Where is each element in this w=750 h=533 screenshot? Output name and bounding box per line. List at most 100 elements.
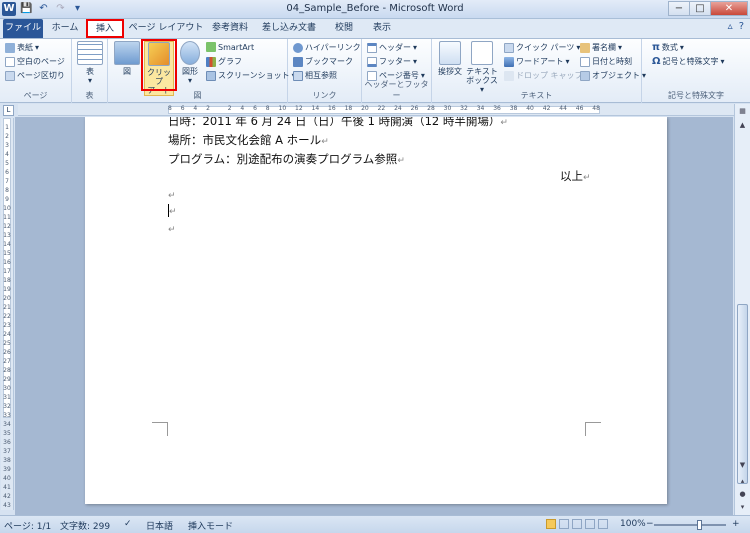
ruler-number: 4 — [5, 151, 9, 158]
ruler-number: 46 — [575, 105, 584, 112]
equation-button[interactable]: π 数式 ▾ — [652, 42, 684, 53]
tab-mailings[interactable]: 差し込み文書 — [257, 19, 321, 38]
wordart-icon — [504, 56, 514, 67]
scroll-up-icon[interactable]: ▲ — [737, 120, 748, 131]
smartart-button[interactable]: SmartArt — [206, 42, 254, 52]
ruler-number: 33 — [3, 412, 11, 419]
maximize-button[interactable]: □ — [689, 1, 711, 16]
group-label-symbols: 記号と特殊文字 — [668, 91, 724, 100]
help-icon[interactable]: ? — [739, 21, 744, 32]
next-page-icon[interactable]: ▾ — [737, 502, 748, 513]
greeting-icon — [439, 41, 461, 65]
quick-parts-button[interactable]: クイック パーツ ▾ — [504, 42, 580, 53]
minimize-button[interactable]: − — [668, 1, 690, 16]
zoom-level[interactable]: 100% — [620, 519, 646, 529]
close-button[interactable]: ✕ — [710, 1, 748, 16]
zoom-out-icon[interactable]: − — [646, 519, 654, 529]
doc-line-closing[interactable]: 以上↵ — [560, 168, 591, 184]
ruler-number: 4 — [240, 105, 245, 112]
group-text: 挨拶文 テキスト ボックス▾ クイック パーツ ▾ ワードアート ▾ ドロップ … — [432, 39, 646, 103]
header-button[interactable]: ヘッダー ▾ — [367, 42, 417, 53]
table-icon — [77, 41, 103, 65]
hyperlink-button[interactable]: ハイパーリンク — [293, 42, 361, 53]
blank-page-button[interactable]: 空白のページ — [5, 56, 65, 67]
signature-line-button[interactable]: 署名欄 ▾ — [580, 42, 622, 53]
picture-button[interactable]: 図 — [114, 41, 140, 76]
chart-button[interactable]: グラフ — [206, 56, 242, 67]
date-time-button[interactable]: 日付と時刻 — [580, 56, 632, 67]
symbol-button[interactable]: Ω 記号と特殊文字 ▾ — [652, 56, 725, 67]
ruler-number: 29 — [3, 376, 11, 383]
margin-mark-left — [152, 422, 168, 436]
doc-line-venue[interactable]: 場所：市民文化会館 A ホール↵ — [168, 132, 329, 148]
horizontal-ruler[interactable]: 8 6 4 2 2 4 6 8 10 12 14 16 18 20 22 24 26 28 30 32 34 36 38 40… — [18, 104, 734, 116]
ruler-number: 3 — [5, 142, 9, 149]
tab-review[interactable]: 校閲 — [330, 19, 358, 38]
scroll-down-icon[interactable]: ▼ — [737, 460, 748, 471]
doc-line-date[interactable]: 日時：2011 年 6 月 24 日（日）午後 1 時開演（12 時半開場）↵ — [168, 117, 508, 129]
insert-mode[interactable]: 挿入モード — [188, 519, 233, 532]
tab-view[interactable]: 表示 — [368, 19, 396, 38]
previous-page-icon[interactable]: ▴ — [737, 476, 748, 487]
view-ruler-icon[interactable]: ▦ — [737, 106, 748, 117]
text-box-button[interactable]: テキスト ボックス▾ — [466, 41, 498, 94]
doc-empty-line-2[interactable]: ↵ — [168, 221, 176, 235]
ruler-number: 16 — [3, 259, 11, 266]
zoom-slider[interactable] — [654, 524, 726, 526]
doc-cursor-line[interactable]: ↵ — [168, 203, 177, 217]
footer-button[interactable]: フッター ▾ — [367, 56, 417, 67]
vertical-ruler[interactable]: 1 2 3 4 5 6 7 8 9 10 11 12 13 14 15 16 17 18 19 20 21 22 23 24 2… — [1, 118, 14, 510]
ruler-number: 12 — [3, 223, 11, 230]
group-label-illustrations: 図 — [193, 91, 202, 100]
browse-object-icon[interactable]: ● — [737, 489, 748, 500]
greeting-button[interactable]: 挨拶文 — [436, 41, 464, 76]
chart-icon — [206, 56, 216, 67]
print-layout-icon[interactable] — [546, 519, 556, 529]
doc-line-program[interactable]: プログラム：別途配布の演奏プログラム参照↵ — [168, 151, 405, 167]
page-count[interactable]: ページ: 1/1 — [4, 519, 51, 532]
ruler-number: 8 — [168, 105, 172, 112]
ruler-number: 23 — [3, 322, 11, 329]
zoom-slider-knob[interactable] — [696, 520, 702, 530]
word-count[interactable]: 文字数: 299 — [60, 519, 110, 532]
ruler-number: 2 — [5, 133, 9, 140]
minimize-ribbon-icon[interactable]: ▵ — [728, 21, 733, 32]
draft-icon[interactable] — [598, 519, 608, 529]
doc-empty-line-1[interactable]: ↵ — [168, 187, 176, 201]
tab-references[interactable]: 参考資料 — [208, 19, 252, 38]
tab-selector-icon[interactable]: L — [3, 105, 14, 116]
group-illustrations: 図 クリップ アート 図形▾ SmartArt グラフ スクリーンショット ▾ … — [108, 39, 296, 103]
ruler-number: 7 — [5, 178, 9, 185]
cover-page-button[interactable]: 表紙 ▾ — [5, 42, 39, 53]
object-button[interactable]: オブジェクト ▾ — [580, 70, 646, 81]
blank-page-icon — [5, 56, 15, 67]
cross-reference-icon — [293, 70, 303, 81]
ruler-number: 22 — [377, 105, 386, 112]
outline-icon[interactable] — [585, 519, 595, 529]
tab-file[interactable]: ファイル — [3, 19, 43, 38]
tab-page-layout[interactable]: ページ レイアウト — [128, 19, 204, 38]
cross-reference-button[interactable]: 相互参照 — [293, 70, 337, 81]
shapes-button[interactable]: 図形 ▾ — [178, 41, 202, 85]
page-break-button[interactable]: ページ区切り — [5, 70, 65, 81]
ruler-number: 1 — [5, 124, 9, 131]
vertical-scrollbar[interactable]: ▦ ▲ ▼ ▴ ● ▾ — [734, 104, 750, 515]
screenshot-button[interactable]: スクリーンショット ▾ — [206, 70, 296, 81]
scrollbar-thumb[interactable] — [737, 304, 748, 484]
ruler-number: 36 — [3, 439, 11, 446]
wordart-button[interactable]: ワードアート ▾ — [504, 56, 570, 67]
drop-cap-button[interactable]: ドロップ キャップ ▾ — [504, 70, 589, 81]
text-box-icon — [471, 41, 493, 65]
web-layout-icon[interactable] — [572, 519, 582, 529]
group-symbols: π 数式 ▾ Ω 記号と特殊文字 ▾ 記号と特殊文字 — [642, 39, 750, 103]
bookmark-button[interactable]: ブックマーク — [293, 56, 353, 67]
zoom-in-icon[interactable]: + — [732, 519, 740, 529]
document-area[interactable]: 日時：2011 年 6 月 24 日（日）午後 1 時開演（12 時半開場）↵ … — [15, 117, 733, 515]
proofing-icon[interactable]: ✓ — [124, 519, 132, 529]
document-page[interactable]: 日時：2011 年 6 月 24 日（日）午後 1 時開演（12 時半開場）↵ … — [85, 117, 667, 504]
full-screen-reading-icon[interactable] — [559, 519, 569, 529]
ruler-number: 40 — [526, 105, 534, 112]
language[interactable]: 日本語 — [146, 519, 173, 532]
table-button[interactable]: 表 ▾ — [76, 41, 104, 85]
tab-home[interactable]: ホーム — [48, 19, 82, 38]
